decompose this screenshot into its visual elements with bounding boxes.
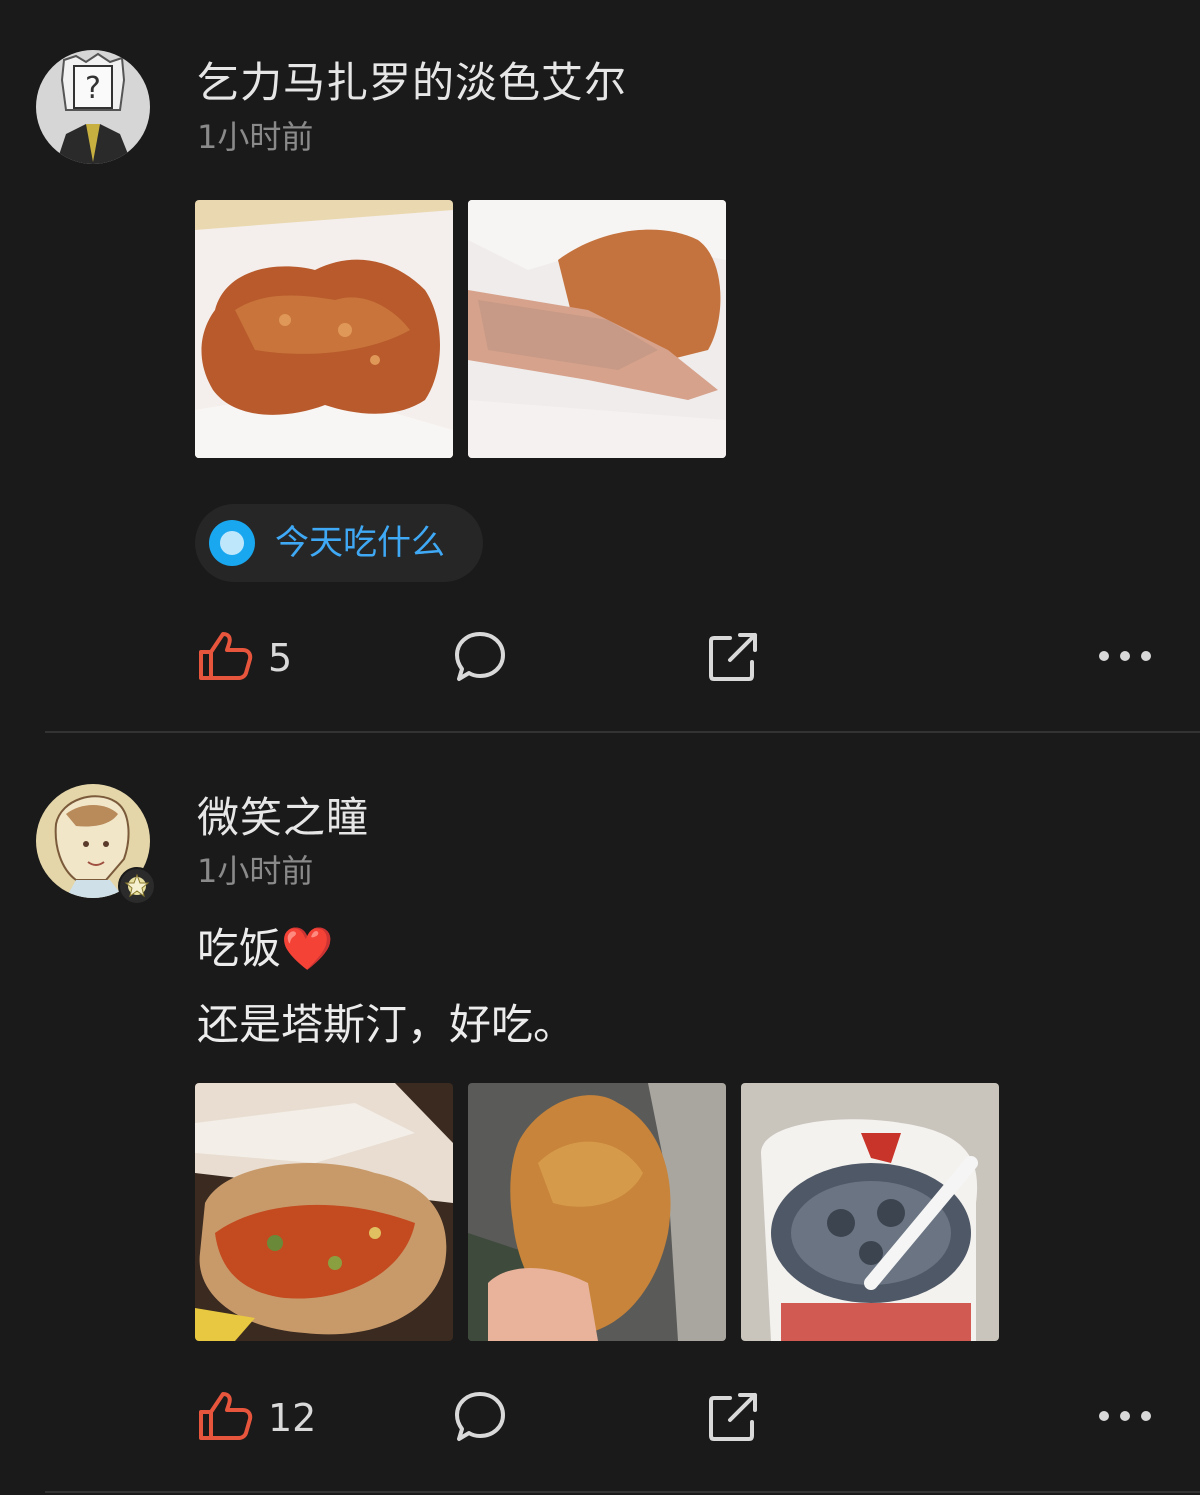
username[interactable]: 微笑之瞳 [197, 797, 369, 839]
post-divider [45, 1491, 1200, 1493]
more-dots-icon [1099, 1411, 1151, 1421]
heart-emoji-icon: ❤️ [281, 924, 334, 973]
comment-bubble-icon [455, 1392, 505, 1441]
post-image-1[interactable] [195, 1083, 453, 1341]
post-text: 吃饭 [197, 924, 282, 973]
more-button[interactable] [1098, 1408, 1152, 1424]
comment-button[interactable] [454, 1391, 506, 1443]
post-text-line-1: 吃饭❤️ [197, 928, 333, 970]
post-image-2[interactable] [468, 1083, 726, 1341]
post-time: 1小时前 [197, 852, 314, 890]
like-button[interactable] [197, 1390, 253, 1442]
feed-post-2: 微笑之瞳 1小时前 吃饭❤️ 还是塔斯汀，好吃。 12 [0, 0, 1200, 1495]
post-text-line-2: 还是塔斯汀，好吃。 [197, 1000, 576, 1049]
share-icon [709, 1393, 757, 1441]
post-image-3[interactable] [741, 1083, 999, 1341]
thumbs-up-icon [199, 1392, 253, 1440]
like-count: 12 [268, 1396, 317, 1440]
share-button[interactable] [708, 1392, 760, 1442]
user-badge-icon [118, 867, 156, 905]
